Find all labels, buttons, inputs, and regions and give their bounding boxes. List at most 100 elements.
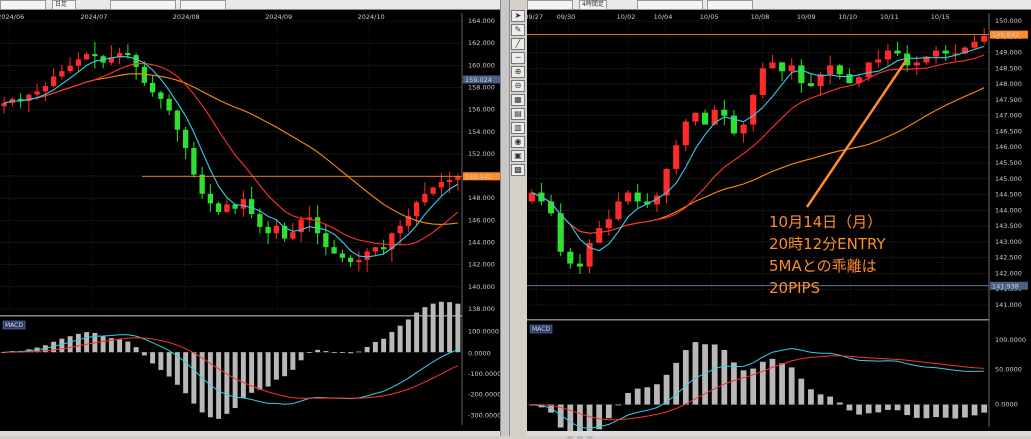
delete-icon[interactable]: ▩ <box>511 164 525 176</box>
candle-body <box>314 217 321 234</box>
macd-histogram-bar <box>894 404 901 411</box>
macd-histogram-bar <box>682 350 689 405</box>
print-icon[interactable]: ▣ <box>511 150 525 162</box>
annotation-text: 20時12分ENTRY <box>769 235 886 253</box>
candle-body <box>807 83 815 87</box>
candle-body <box>240 199 247 209</box>
eye-icon[interactable]: ◉ <box>511 136 525 148</box>
candle-body <box>133 55 139 67</box>
candle-body <box>769 62 776 69</box>
macd-histogram-bar <box>158 352 164 370</box>
candle-body <box>83 54 90 60</box>
candle-body <box>827 65 834 75</box>
settings-icon[interactable]: ▥ <box>511 122 525 134</box>
macd-histogram-bar <box>634 388 641 405</box>
y-axis-label: 152.000 <box>468 150 495 158</box>
macd-histogram-bar <box>224 352 230 414</box>
line-tool-icon[interactable]: ╱ <box>511 38 525 50</box>
macd-histogram-bar <box>711 344 718 405</box>
candle-body <box>567 251 574 264</box>
y-axis-label: 147.000 <box>995 112 1022 120</box>
candle-body <box>884 50 892 60</box>
candle-body <box>149 82 156 93</box>
x-axis-label: 10/02 <box>617 13 636 21</box>
candle-body <box>673 145 680 169</box>
candle-body <box>634 192 641 202</box>
y-axis-label: 156.000 <box>468 106 495 114</box>
y-axis-label: 154.000 <box>468 128 495 136</box>
y-axis-label: 146.000 <box>468 216 495 224</box>
macd-histogram-bar <box>904 404 911 416</box>
x-axis-label: 10/04 <box>654 13 673 21</box>
candle-body <box>692 112 699 122</box>
candle-body <box>364 251 370 260</box>
macd-histogram-bar <box>339 352 345 354</box>
macd-histogram-bar <box>67 336 73 353</box>
macd-histogram-bar <box>447 302 453 353</box>
x-axis-label: 10/10 <box>838 13 857 21</box>
macd-histogram-bar <box>654 384 660 405</box>
candle-body <box>615 201 622 220</box>
candle-body <box>750 94 757 125</box>
y-axis-label: 142.500 <box>995 254 1022 262</box>
candle-body <box>92 54 98 57</box>
macd-histogram-bar <box>933 404 939 418</box>
indicator-icon[interactable]: ▤ <box>511 108 525 120</box>
macd-histogram-bar <box>405 319 411 353</box>
x-axis-label: 2024/09 <box>265 13 292 21</box>
macd-histogram-bar <box>438 301 444 353</box>
pen-tool-icon[interactable]: ✎ <box>511 24 525 36</box>
macd-axis-label: -300.0000 <box>468 411 501 419</box>
candle-body <box>331 247 337 254</box>
price-tag: 149.942 <box>992 31 1019 39</box>
macd-histogram-bar <box>692 342 699 405</box>
right-status-bar <box>527 431 1031 436</box>
y-axis-label: 138.000 <box>468 305 495 313</box>
macd-histogram-bar <box>962 404 968 418</box>
cursor-tool-icon[interactable]: ➤ <box>511 10 525 22</box>
candle-body <box>913 62 920 66</box>
candle-body <box>50 76 57 87</box>
grid-icon[interactable]: ▦ <box>511 94 525 106</box>
candle-body <box>846 74 853 84</box>
candle-body <box>778 62 786 72</box>
candle-body <box>788 65 795 72</box>
candle-body <box>942 50 949 54</box>
macd-histogram-bar <box>282 352 288 377</box>
macd-histogram-bar <box>422 307 428 353</box>
macd-histogram-bar <box>865 404 872 414</box>
x-axis-label: 2024/07 <box>80 13 107 21</box>
macd-histogram-bar <box>981 404 988 413</box>
macd-histogram-bar <box>414 312 420 353</box>
ma20-line <box>531 54 985 234</box>
candle-body <box>557 213 564 252</box>
zoom-in-icon[interactable]: ⊕ <box>511 66 525 78</box>
zoom-out-icon[interactable]: ⊖ <box>511 80 525 92</box>
x-axis-label: 10/11 <box>880 13 899 21</box>
candle-body <box>34 91 40 95</box>
macd-histogram-bar <box>389 331 395 353</box>
macd-histogram-bar <box>364 346 370 353</box>
right-chart-pane: 4時間足 09/2709/3010/0210/0410/0510/0810/09… <box>527 0 1031 439</box>
macd-histogram-bar <box>596 404 603 430</box>
candle-body <box>894 50 901 54</box>
macd-histogram-bar <box>348 352 354 354</box>
candle-body <box>59 71 65 77</box>
candle-body <box>42 86 49 92</box>
macd-histogram-bar <box>265 352 271 387</box>
candle-body <box>624 192 632 202</box>
candle-body <box>191 147 197 175</box>
macd-histogram-bar <box>827 396 834 405</box>
y-axis-label: 148.000 <box>468 194 495 202</box>
price-tag: 149.942 <box>465 173 492 181</box>
right-chart: 09/27 09/30 10/02 10/04 10/05 10/08 10/09 10/10… <box>527 13 1028 439</box>
macd-axis-label: 0.0000 <box>468 349 491 357</box>
x-axis-label: 2024/10 <box>358 13 385 21</box>
y-axis-label: 148.000 <box>995 80 1022 88</box>
macd-histogram-bar <box>942 404 949 418</box>
macd-histogram-bar <box>808 389 814 405</box>
macd-histogram-bar <box>298 352 304 361</box>
macd-histogram-bar <box>331 352 337 353</box>
hline-tool-icon[interactable]: ─ <box>511 52 525 64</box>
y-axis-label: 160.000 <box>468 61 495 69</box>
